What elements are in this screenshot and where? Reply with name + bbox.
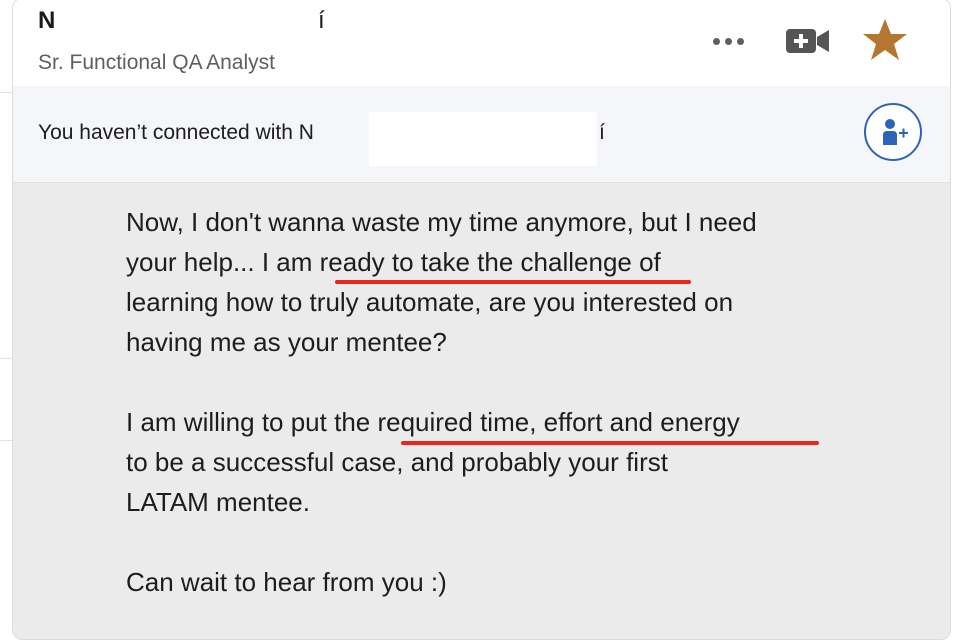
video-call-button[interactable] [785, 27, 833, 55]
background-strip [0, 0, 12, 620]
ellipsis-icon [724, 37, 732, 45]
star-icon [863, 19, 907, 60]
connection-name-end: í [599, 121, 605, 144]
message-line: having me as your mentee? [126, 327, 447, 357]
divider [0, 92, 12, 93]
message-line: to be a successful case, and probably yo… [126, 447, 668, 477]
message-body: Now, I don't wanna waste my time anymore… [13, 183, 950, 639]
highlight-underline [401, 441, 819, 445]
message-line: LATAM mentee. [126, 487, 310, 517]
highlight-underline [335, 280, 691, 284]
redacted-name [57, 5, 293, 35]
message-line: Now, I don't wanna waste my time anymore… [126, 207, 757, 237]
contact-headline: Sr. Functional QA Analyst [38, 51, 275, 74]
divider [0, 440, 12, 441]
message-line: your help... I am ready to take the chal… [126, 247, 661, 277]
connect-button[interactable] [864, 103, 922, 161]
divider [0, 358, 12, 359]
contact-name-end: í [318, 7, 326, 34]
message-line: learning how to truly automate, are you … [126, 287, 734, 317]
connection-banner: You haven’t connected with N í [13, 86, 950, 183]
add-connection-icon [883, 119, 908, 145]
ellipsis-icon [712, 37, 720, 45]
message-line: I am willing to put the required time, e… [126, 407, 740, 437]
contact-name-initial: N [38, 7, 56, 34]
conversation-panel: N í Sr. Functional QA Analyst You haven’… [12, 0, 951, 640]
conversation-header: N í Sr. Functional QA Analyst [13, 0, 950, 87]
ellipsis-icon [736, 37, 744, 45]
contact-name[interactable]: N í [38, 7, 325, 35]
video-call-icon [786, 29, 829, 53]
message-line: Can wait to hear from you :) [126, 567, 447, 597]
redacted-name [369, 112, 597, 166]
star-button[interactable] [861, 17, 911, 65]
more-options-button[interactable] [705, 29, 751, 53]
connection-status-text: You haven’t connected with N [38, 121, 314, 144]
